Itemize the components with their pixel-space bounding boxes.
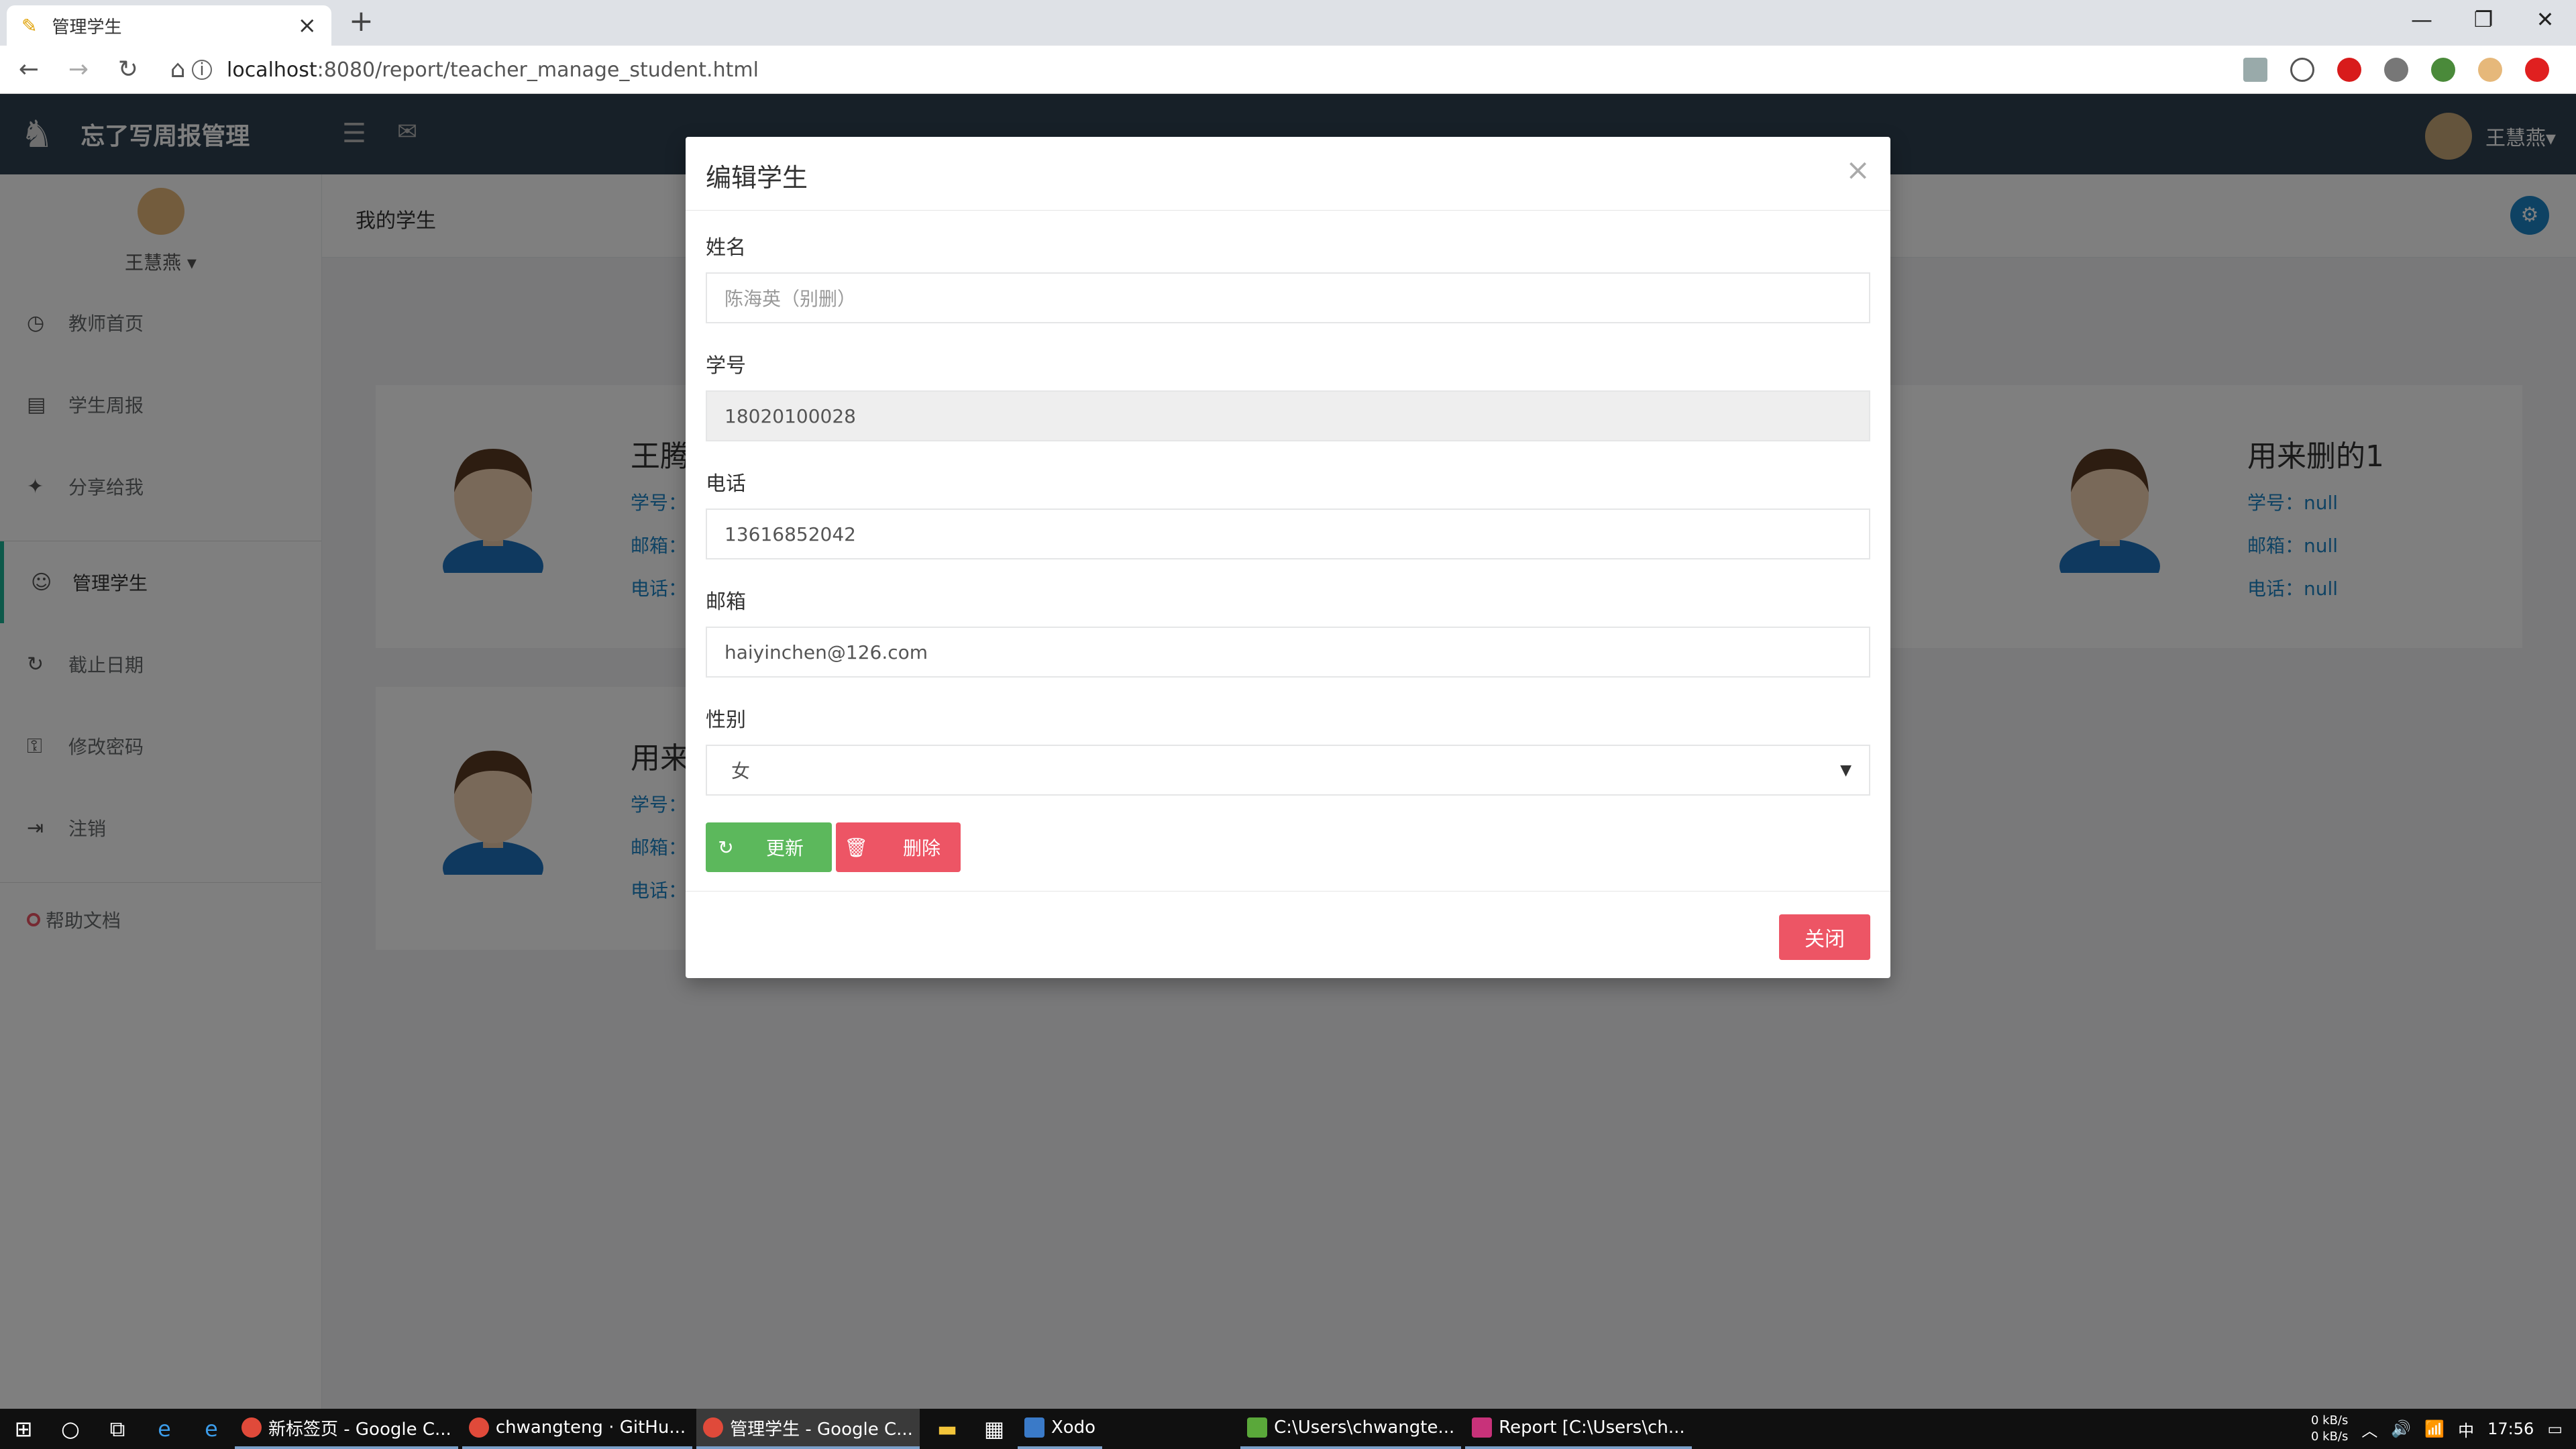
edge-icon[interactable]: e <box>141 1416 188 1442</box>
forward-arrow-icon[interactable]: → <box>58 56 99 83</box>
address-bar[interactable]: i localhost:8080/report/teacher_manage_s… <box>192 52 2540 87</box>
search-icon[interactable]: ○ <box>47 1416 94 1442</box>
maximize-button[interactable]: ❐ <box>2453 3 2514 36</box>
ime-indicator[interactable]: 中 <box>2458 1417 2474 1441</box>
bookmark-star-icon[interactable] <box>2290 58 2314 82</box>
close-icon[interactable]: × <box>1845 153 1870 187</box>
trash-icon: 🗑 <box>844 836 868 859</box>
browser-tab-active[interactable]: ✎ 管理学生 × <box>7 5 331 46</box>
phone-label: 电话 <box>706 472 746 496</box>
url-path: :8080/report/teacher_manage_student.html <box>317 58 759 82</box>
delete-button[interactable]: 🗑 删除 <box>836 822 961 872</box>
chevron-down-icon: ▼ <box>1840 761 1851 779</box>
student-id-group: 学号 18020100028 <box>706 349 1870 441</box>
taskbar-app[interactable]: C:\Users\chwangte... <box>1240 1409 1462 1449</box>
email-label: 邮箱 <box>706 590 746 614</box>
calculator-icon[interactable]: ▦ <box>971 1416 1018 1442</box>
browser-tabstrip: ✎ 管理学生 × + — ❐ ✕ <box>0 0 2576 46</box>
intellij-icon <box>1472 1417 1493 1438</box>
translate-icon[interactable] <box>2243 58 2267 82</box>
refresh-icon: ↻ <box>718 836 734 859</box>
globe-extension-icon[interactable] <box>2431 58 2455 82</box>
chrome-icon <box>468 1417 489 1438</box>
modal-header: 编辑学生 × <box>686 137 1890 211</box>
modal-footer: 关闭 <box>686 891 1890 978</box>
file-explorer-icon[interactable]: ▬ <box>924 1416 971 1442</box>
gender-label: 性别 <box>706 708 746 732</box>
taskbar-app[interactable]: 管理学生 - Google C... <box>696 1409 920 1449</box>
net-down: 0 kB/s <box>2310 1430 2349 1444</box>
taskbar-app-label: Report [C:\Users\ch... <box>1499 1417 1685 1438</box>
extension-icons <box>2243 58 2549 82</box>
gender-value: 女 <box>731 760 751 782</box>
taskbar-app-label: C:\Users\chwangte... <box>1274 1417 1455 1438</box>
student-id-label: 学号 <box>706 354 746 378</box>
clock[interactable]: 17:56 <box>2487 1419 2534 1438</box>
gender-group: 性别 女 ▼ <box>706 703 1870 796</box>
student-id-input: 18020100028 <box>706 390 1870 441</box>
taskbar-app-label: 管理学生 - Google C... <box>730 1419 913 1440</box>
notification-icon[interactable]: ▭ <box>2547 1419 2563 1438</box>
tab-close-icon[interactable]: × <box>298 12 317 39</box>
wifi-icon[interactable]: 📶 <box>2424 1419 2445 1438</box>
gender-select[interactable]: 女 ▼ <box>706 745 1870 796</box>
minimize-button[interactable]: — <box>2391 3 2453 36</box>
chrome-icon <box>703 1417 724 1438</box>
back-arrow-icon[interactable]: ← <box>8 56 50 83</box>
notepad-icon <box>1247 1417 1268 1438</box>
taskbar-app-label: 新标签页 - Google C... <box>268 1419 451 1440</box>
taskbar: ⊞ ○ ⧉ e e 新标签页 - Google C... chwangteng … <box>0 1409 2576 1449</box>
phone-input[interactable]: 13616852042 <box>706 508 1870 559</box>
url-text: localhost:8080/report/teacher_manage_stu… <box>227 58 759 82</box>
xodo-icon <box>1024 1417 1044 1438</box>
volume-icon[interactable]: 🔊 <box>2391 1419 2411 1438</box>
name-label: 姓名 <box>706 236 746 260</box>
profile-avatar-icon[interactable] <box>2478 58 2502 82</box>
browser-toolbar: ← → ↻ ⌂ i localhost:8080/report/teacher_… <box>0 46 2576 94</box>
taskbar-app[interactable]: Xodo <box>1017 1409 1103 1449</box>
window-controls: — ❐ ✕ <box>2391 3 2576 36</box>
tab-title: 管理学生 <box>52 17 122 38</box>
close-window-button[interactable]: ✕ <box>2514 3 2576 36</box>
chevron-up-icon[interactable]: ︿ <box>2361 1417 2377 1441</box>
taskbar-app[interactable]: Report [C:\Users\ch... <box>1465 1409 1692 1449</box>
taskbar-app[interactable]: chwangteng · GitHu... <box>462 1409 693 1449</box>
windows-start-icon[interactable]: ⊞ <box>0 1416 47 1442</box>
network-speed: 0 kB/s 0 kB/s <box>2311 1413 2348 1445</box>
update-icon[interactable] <box>2525 58 2549 82</box>
name-group: 姓名 陈海英（别删） <box>706 231 1870 323</box>
vue-extension-icon[interactable] <box>2384 58 2408 82</box>
url-host: localhost <box>227 58 317 82</box>
opera-extension-icon[interactable] <box>2337 58 2361 82</box>
taskbar-app[interactable]: 新标签页 - Google C... <box>235 1409 458 1449</box>
ie-icon[interactable]: e <box>188 1416 235 1442</box>
taskbar-app-label: chwangteng · GitHu... <box>495 1417 686 1438</box>
update-button[interactable]: ↻ 更新 <box>706 822 832 872</box>
taskbar-app-label: Xodo <box>1051 1417 1096 1438</box>
net-up: 0 kB/s <box>2310 1413 2349 1428</box>
name-input[interactable]: 陈海英（别删） <box>706 272 1870 323</box>
email-group: 邮箱 haiyinchen@126.com <box>706 585 1870 678</box>
delete-label: 删除 <box>903 837 941 859</box>
close-button[interactable]: 关闭 <box>1779 914 1870 960</box>
chrome-icon <box>241 1417 262 1438</box>
site-info-icon[interactable]: i <box>192 60 212 80</box>
phone-group: 电话 13616852042 <box>706 467 1870 559</box>
task-view-icon[interactable]: ⧉ <box>94 1416 141 1442</box>
site-favicon-icon: ✎ <box>21 14 38 37</box>
system-tray: 0 kB/s 0 kB/s ︿ 🔊 📶 中 17:56 ▭ <box>2311 1409 2576 1449</box>
edit-student-modal: 编辑学生 × 姓名 陈海英（别删） 学号 18020100028 电话 1361… <box>686 137 1890 978</box>
reload-icon[interactable]: ↻ <box>107 56 149 83</box>
email-input[interactable]: haiyinchen@126.com <box>706 627 1870 678</box>
new-tab-button[interactable]: + <box>349 4 374 38</box>
update-label: 更新 <box>766 837 804 859</box>
modal-title: 编辑学生 <box>706 163 808 193</box>
